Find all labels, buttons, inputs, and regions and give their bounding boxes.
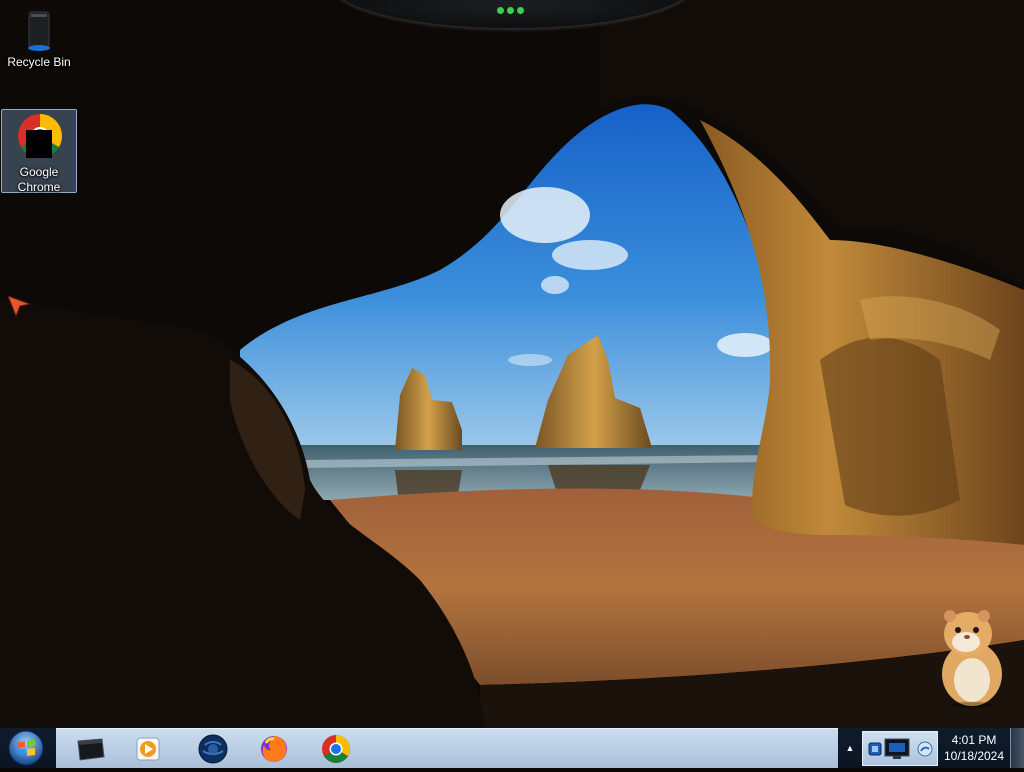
start-button[interactable] bbox=[6, 729, 46, 767]
desktop-icon-google-chrome[interactable]: Google Chrome bbox=[1, 109, 77, 194]
desktop-icon-label: Google Chrome bbox=[17, 165, 61, 194]
firefox-icon bbox=[261, 736, 287, 763]
desktop-area[interactable]: Recycle Bin Google Chrome bbox=[0, 0, 1024, 728]
notification-tray bbox=[862, 731, 938, 766]
usb-device-icon[interactable] bbox=[867, 739, 883, 759]
taskbar-app-3[interactable] bbox=[191, 731, 235, 767]
taskbar-app-band bbox=[56, 728, 838, 768]
mouse-pointer-icon bbox=[7, 295, 32, 318]
network-icon[interactable] bbox=[916, 740, 934, 758]
hamster-mascot-icon bbox=[942, 610, 1002, 708]
system-clock[interactable]: 4:01 PM 10/18/2024 bbox=[940, 730, 1008, 768]
recycle-bin-icon bbox=[28, 11, 50, 51]
chrome-icon bbox=[18, 114, 62, 158]
chrome-icon bbox=[322, 735, 350, 763]
windows-start-orb-icon bbox=[8, 730, 44, 766]
taskbar-app-1[interactable] bbox=[68, 731, 112, 767]
globe-browser-icon bbox=[198, 734, 228, 764]
show-hidden-icons-button[interactable]: ▲ bbox=[842, 728, 858, 768]
cave-beach-wallpaper bbox=[0, 0, 1024, 728]
media-player-icon bbox=[136, 737, 160, 761]
notch-status-dots bbox=[497, 7, 524, 14]
dark-window-app-icon bbox=[77, 738, 105, 761]
taskbar-app-4[interactable] bbox=[252, 731, 296, 767]
show-desktop-button[interactable] bbox=[1010, 728, 1024, 768]
clock-date: 10/18/2024 bbox=[943, 749, 1005, 763]
clock-time: 4:01 PM bbox=[951, 733, 997, 747]
display-monitor-icon[interactable] bbox=[883, 736, 913, 762]
taskbar-app-2[interactable] bbox=[126, 731, 170, 767]
desktop-icon-recycle-bin[interactable]: Recycle Bin bbox=[1, 6, 77, 76]
taskbar-app-5[interactable] bbox=[314, 731, 358, 767]
desktop-icon-label: Recycle Bin bbox=[7, 55, 71, 69]
